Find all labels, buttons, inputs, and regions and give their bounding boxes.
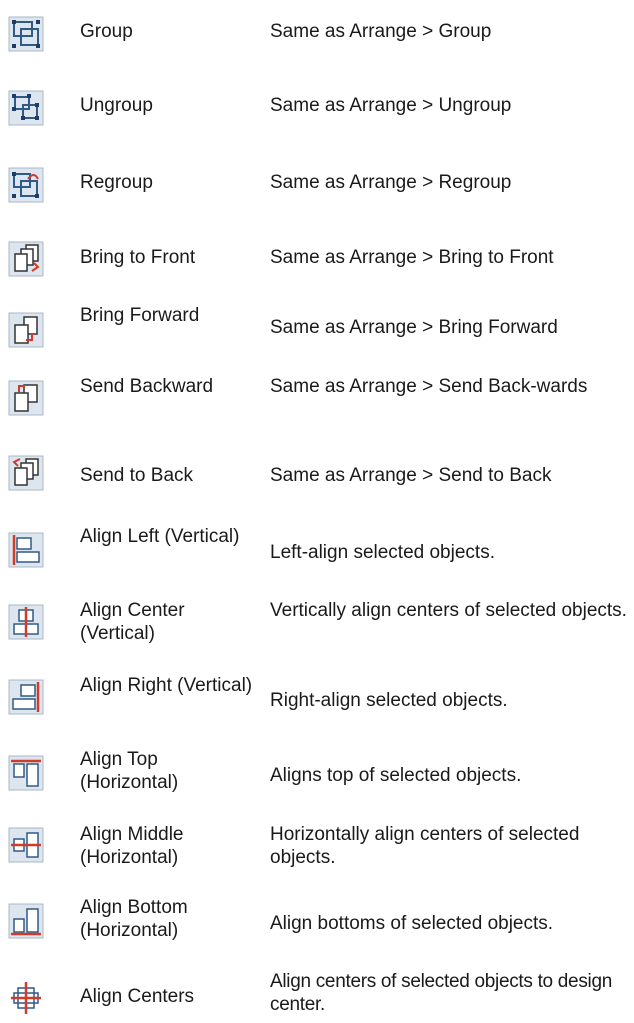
- command-name: Send to Back: [80, 465, 194, 486]
- align-bottom-horizontal-icon[interactable]: [8, 903, 44, 939]
- ungroup-icon[interactable]: [8, 90, 44, 126]
- command-name-text: Bring Forward: [80, 305, 200, 326]
- command-name: Align Left (Vertical): [80, 526, 240, 547]
- command-name: Bring to Front: [80, 247, 196, 268]
- command-name: Align Center (Vertical): [80, 600, 185, 644]
- bring-forward-icon[interactable]: [8, 312, 44, 348]
- command-description: Vertically align centers of selected obj…: [270, 600, 627, 621]
- group-icon[interactable]: [8, 16, 44, 52]
- command-description: Left-align selected objects.: [270, 542, 495, 563]
- command-description: Same as Arrange > Group: [270, 21, 492, 42]
- command-description: Aligns top of selected objects.: [270, 765, 522, 786]
- bring-to-front-icon[interactable]: [8, 241, 44, 277]
- command-description: Align bottoms of selected objects.: [270, 913, 554, 934]
- align-top-horizontal-icon[interactable]: [8, 755, 44, 791]
- command-name: Regroup: [80, 172, 153, 193]
- send-backward-icon[interactable]: [8, 380, 44, 416]
- align-centers-icon[interactable]: [8, 980, 44, 1016]
- command-name: Send Backward: [80, 376, 214, 397]
- command-description: Same as Arrange > Ungroup: [270, 95, 512, 116]
- command-name: Align Middle (Horizontal): [80, 824, 184, 868]
- command-name: Align Top (Horizontal): [80, 749, 179, 793]
- command-description: Same as Arrange > Send Back-wards: [270, 376, 588, 397]
- command-name: Align Right (Vertical): [80, 675, 253, 696]
- send-to-back-icon[interactable]: [8, 455, 44, 491]
- align-middle-horizontal-icon[interactable]: [8, 827, 44, 863]
- command-description: Right-align selected objects.: [270, 690, 508, 711]
- command-name: Bring Forward: [80, 304, 260, 327]
- align-center-vertical-icon[interactable]: [8, 604, 44, 640]
- command-description: Same as Arrange > Send to Back: [270, 465, 552, 486]
- command-name: Align Centers: [80, 986, 195, 1007]
- regroup-icon[interactable]: [8, 167, 44, 203]
- command-description: Same as Arrange > Bring to Front: [270, 247, 554, 268]
- command-description: Align centers of selected objects to des…: [270, 971, 612, 1015]
- align-left-vertical-icon[interactable]: [8, 532, 44, 568]
- command-description: Same as Arrange > Bring Forward: [270, 317, 558, 338]
- command-name: Ungroup: [80, 95, 153, 116]
- command-description: Horizontally align centers of selected o…: [270, 824, 580, 868]
- command-name: Group: [80, 21, 133, 42]
- align-right-vertical-icon[interactable]: [8, 679, 44, 715]
- command-description: Same as Arrange > Regroup: [270, 172, 512, 193]
- command-name: Align Bottom (Horizontal): [80, 897, 188, 941]
